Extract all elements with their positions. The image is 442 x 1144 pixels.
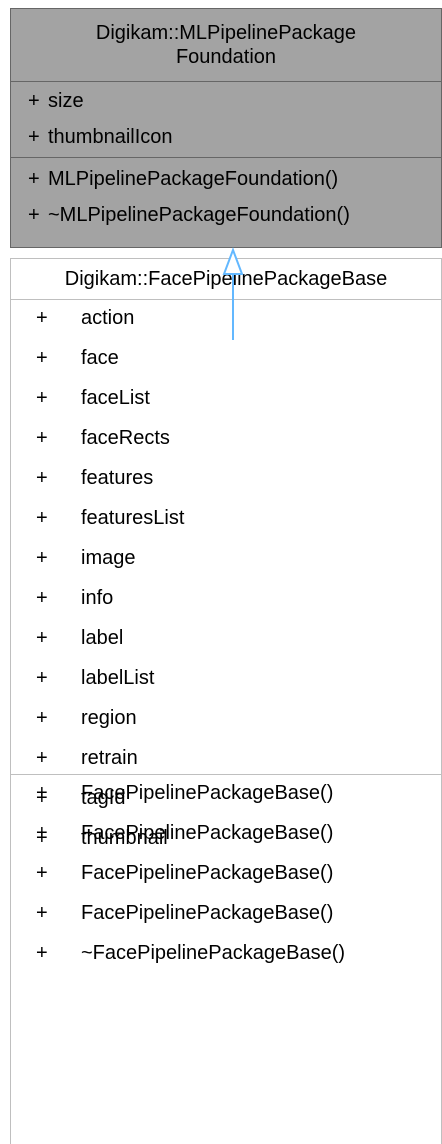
derived-attribute-row: + image — [11, 540, 441, 580]
base-class-title-line1: Digikam::MLPipelinePackage — [95, 22, 357, 44]
derived-operation-row: + FacePipelinePackageBase() — [11, 895, 441, 935]
visibility-marker: + — [36, 427, 48, 449]
visibility-marker: + — [36, 862, 48, 884]
operation-name: ~MLPipelinePackageFoundation() — [48, 204, 350, 226]
visibility-marker: + — [28, 204, 40, 226]
derived-class-operations: + FacePipelinePackageBase() + FacePipelineP… — [11, 775, 441, 975]
derived-class-attributes: + action + face + faceList + faceRects + features… — [11, 300, 441, 849]
visibility-marker: + — [36, 507, 48, 529]
base-operation-row: + ~MLPipelinePackageFoundation() — [11, 200, 441, 236]
base-operation-row: + MLPipelinePackageFoundation() — [11, 164, 441, 200]
derived-class-box[interactable]: Digikam::FacePipelinePackageBase + action… — [10, 258, 442, 1144]
visibility-marker: + — [36, 747, 48, 769]
attribute-name: label — [81, 627, 124, 649]
visibility-marker: + — [28, 90, 40, 112]
derived-attribute-row: + info — [11, 580, 441, 620]
visibility-marker: + — [36, 587, 48, 609]
attribute-name: faceList — [81, 387, 150, 409]
attribute-name: face — [81, 347, 119, 369]
attribute-name: info — [81, 587, 114, 609]
base-class-title: Digikam::MLPipelinePackage Foundation — [11, 9, 441, 82]
visibility-marker: + — [36, 547, 48, 569]
operation-name: FacePipelinePackageBase() — [81, 902, 334, 924]
attribute-name: region — [81, 707, 137, 729]
attribute-name: featuresList — [81, 507, 185, 529]
derived-attribute-row: + face — [11, 340, 441, 380]
derived-attribute-row: + label — [11, 620, 441, 660]
derived-attribute-row: + action — [11, 300, 441, 340]
visibility-marker: + — [36, 822, 48, 844]
visibility-marker: + — [28, 168, 40, 190]
base-attribute-row: + thumbnailIcon — [11, 122, 441, 158]
visibility-marker: + — [36, 307, 48, 329]
visibility-marker: + — [36, 902, 48, 924]
visibility-marker: + — [36, 387, 48, 409]
visibility-marker: + — [28, 126, 40, 148]
derived-operation-row: + FacePipelinePackageBase() — [11, 815, 441, 855]
base-class-operations: + MLPipelinePackageFoundation() + ~MLPipel… — [11, 158, 441, 236]
operation-name: FacePipelinePackageBase() — [81, 862, 334, 884]
operation-name: FacePipelinePackageBase() — [81, 822, 334, 844]
attribute-name: thumbnailIcon — [48, 126, 173, 148]
attribute-name: action — [81, 307, 135, 329]
base-class-title-line2: Foundation — [175, 46, 277, 68]
base-class-box[interactable]: Digikam::MLPipelinePackage Foundation + s… — [10, 8, 442, 248]
attribute-name: retrain — [81, 747, 138, 769]
visibility-marker: + — [36, 467, 48, 489]
derived-attribute-row: + faceList — [11, 380, 441, 420]
derived-operation-row: + FacePipelinePackageBase() — [11, 855, 441, 895]
base-class-attributes: + size + thumbnailIcon — [11, 82, 441, 158]
visibility-marker: + — [36, 782, 48, 804]
derived-attribute-row: + faceRects — [11, 420, 441, 460]
visibility-marker: + — [36, 942, 48, 964]
operation-name: MLPipelinePackageFoundation() — [48, 168, 339, 190]
derived-attribute-row: + features — [11, 460, 441, 500]
attribute-name: size — [48, 90, 84, 112]
attribute-name: features — [81, 467, 154, 489]
derived-operation-row: + ~FacePipelinePackageBase() — [11, 935, 441, 975]
visibility-marker: + — [36, 347, 48, 369]
attribute-name: image — [81, 547, 136, 569]
operation-name: FacePipelinePackageBase() — [81, 782, 334, 804]
visibility-marker: + — [36, 667, 48, 689]
derived-attribute-row: + featuresList — [11, 500, 441, 540]
attribute-name: labelList — [81, 667, 155, 689]
base-attribute-row: + size — [11, 86, 441, 122]
derived-attribute-row: + region — [11, 700, 441, 740]
attribute-name: faceRects — [81, 427, 170, 449]
derived-attribute-row: + labelList — [11, 660, 441, 700]
derived-operation-row: + FacePipelinePackageBase() — [11, 775, 441, 815]
derived-class-title: Digikam::FacePipelinePackageBase — [11, 259, 441, 300]
operation-name: ~FacePipelinePackageBase() — [81, 942, 346, 964]
visibility-marker: + — [36, 627, 48, 649]
derived-attribute-row: + retrain — [11, 740, 441, 780]
visibility-marker: + — [36, 707, 48, 729]
